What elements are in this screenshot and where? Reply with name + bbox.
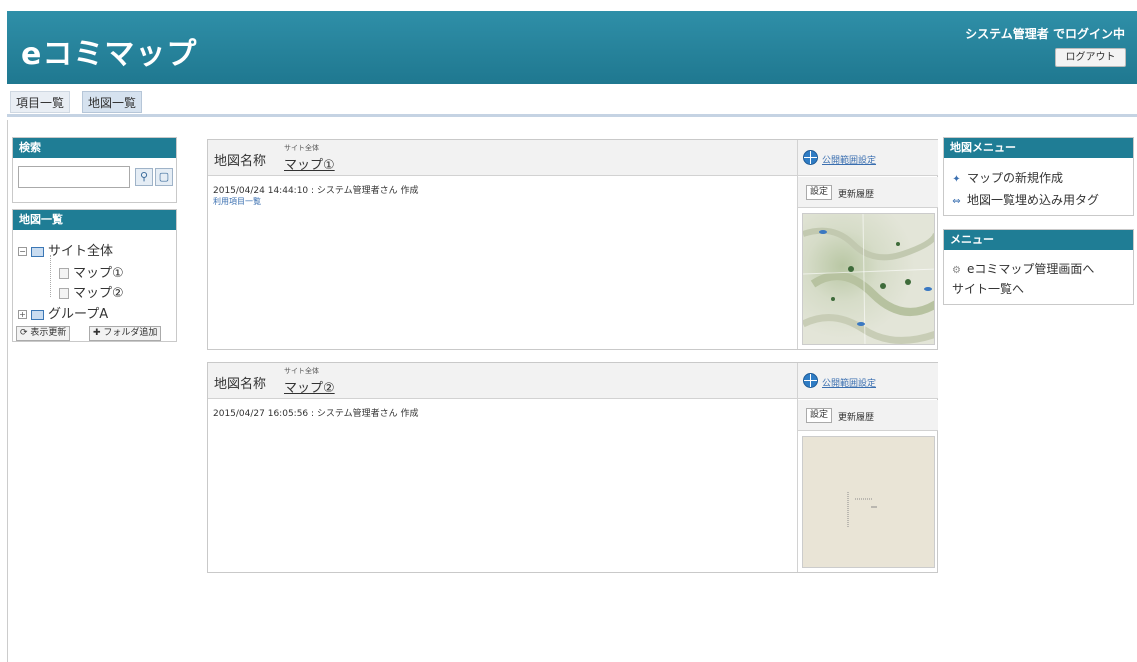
add-folder-label: フォルダ追加 (103, 328, 158, 338)
menu-item-label: eコミマップ管理画面へ (967, 262, 1095, 276)
scope-settings-link[interactable]: 公開範囲設定 (822, 153, 876, 166)
tree-node-label: サイト全体 (48, 244, 114, 259)
tree-node-site[interactable]: − サイト全体 (18, 240, 113, 259)
map-menu-panel: 地図メニュー ✦ マップの新規作成 ⇔ 地図一覧埋め込み用タグ (943, 137, 1134, 216)
tree-node-label: マップ① (73, 266, 124, 281)
search-heading: 検索 (13, 138, 176, 158)
folder-icon (31, 246, 44, 257)
gear-icon: ⚙ (952, 265, 961, 276)
map-card-header: 地図名称 サイト全体 マップ① (208, 140, 797, 176)
history-link[interactable]: 更新履歴 (838, 410, 874, 423)
map-name-link[interactable]: マップ① (284, 154, 335, 173)
map-thumbnail[interactable] (802, 213, 935, 345)
code-icon: ⇔ (952, 196, 961, 207)
map-doc-icon (59, 268, 69, 279)
scope-settings-link[interactable]: 公開範囲設定 (822, 376, 876, 389)
menu-item-label: サイト一覧へ (952, 282, 1025, 296)
history-link[interactable]: 更新履歴 (838, 187, 874, 200)
tab-items-list[interactable]: 項目一覧 (10, 91, 71, 113)
scope-row: 公開範囲設定 (798, 140, 938, 176)
tab-bar: 項目一覧 地図一覧 (7, 84, 1137, 117)
map-thumbnail[interactable] (802, 436, 935, 568)
menu-item-label: マップの新規作成 (967, 171, 1064, 185)
embed-tag-link[interactable]: ⇔ 地図一覧埋め込み用タグ (952, 191, 1099, 208)
search-panel: 検索 ⚲ ▢ (12, 137, 177, 203)
map-card: 地図名称 サイト全体 マップ① 2015/04/24 14:44:10 : シス… (207, 139, 938, 350)
site-list-link[interactable]: サイト一覧へ (952, 280, 1024, 297)
map-name-label: 地図名称 (214, 377, 267, 392)
map-name-link[interactable]: マップ② (284, 377, 335, 396)
tree-node-map-2[interactable]: マップ② (59, 282, 124, 301)
map-created-info: 2015/04/27 16:05:56 : システム管理者さん 作成 (213, 409, 419, 419)
plain-map-image (847, 492, 877, 527)
add-folder-button[interactable]: ✚ フォルダ追加 (89, 326, 162, 341)
search-input[interactable] (18, 166, 130, 188)
scope-row: 公開範囲設定 (798, 363, 938, 399)
map-card-actions: 公開範囲設定 設定 更新履歴 (797, 140, 938, 349)
add-folder-icon: ✚ (93, 328, 101, 338)
map-doc-icon (59, 288, 69, 299)
app-header: eコミマップ システム管理者 でログイン中 ログアウト (7, 11, 1137, 84)
settings-button[interactable]: 設定 (806, 185, 833, 200)
tree-node-label: マップ② (73, 286, 124, 301)
tree-node-label: グループA (48, 307, 109, 322)
map-name-label: 地図名称 (214, 154, 267, 169)
map-card: 地図名称 サイト全体 マップ② 2015/04/27 16:05:56 : シス… (207, 362, 938, 573)
map-card-header: 地図名称 サイト全体 マップ② (208, 363, 797, 399)
map-created-info: 2015/04/24 14:44:10 : システム管理者さん 作成 (213, 186, 419, 196)
main-menu-panel: メニュー ⚙ eコミマップ管理画面へ サイト一覧へ (943, 229, 1134, 305)
used-items-link[interactable]: 利用項目一覧 (213, 196, 261, 207)
tree-node-group-a[interactable]: + グループA (18, 303, 108, 322)
menu-item-label: 地図一覧埋め込み用タグ (967, 193, 1100, 207)
tab-map-list[interactable]: 地図一覧 (82, 91, 143, 113)
map-card-actions: 公開範囲設定 設定 更新履歴 (797, 363, 938, 572)
settings-row: 設定 更新履歴 (798, 400, 938, 431)
map-tree-panel: 地図一覧 − サイト全体 マップ① マップ② + グループA ⟳ 表示更新 ✚ フォ… (12, 209, 177, 342)
refresh-icon: ⟳ (20, 328, 28, 338)
refresh-button[interactable]: ⟳ 表示更新 (16, 326, 71, 341)
globe-icon[interactable] (803, 150, 818, 165)
main-menu-heading: メニュー (944, 230, 1133, 250)
tree-node-map-1[interactable]: マップ① (59, 262, 124, 281)
refresh-label: 表示更新 (30, 328, 67, 338)
logout-button[interactable]: ログアウト (1055, 48, 1126, 67)
new-map-icon: ✦ (952, 174, 961, 185)
folder-icon (31, 309, 44, 320)
expand-icon[interactable]: + (18, 310, 27, 319)
settings-button[interactable]: 設定 (806, 408, 833, 423)
new-map-link[interactable]: ✦ マップの新規作成 (952, 169, 1063, 186)
search-icon[interactable]: ⚲ (135, 168, 153, 186)
map-menu-heading: 地図メニュー (944, 138, 1133, 158)
app-title: eコミマップ (21, 37, 198, 72)
clear-icon[interactable]: ▢ (155, 168, 173, 186)
collapse-icon[interactable]: − (18, 247, 27, 256)
map-site-label: サイト全体 (284, 144, 319, 152)
globe-icon[interactable] (803, 373, 818, 388)
terrain-map-image (803, 214, 934, 344)
tree-connector (50, 255, 51, 297)
map-tree-heading: 地図一覧 (13, 210, 176, 230)
login-status: システム管理者 でログイン中 (965, 27, 1125, 41)
map-site-label: サイト全体 (284, 367, 319, 375)
settings-row: 設定 更新履歴 (798, 177, 938, 208)
admin-screen-link[interactable]: ⚙ eコミマップ管理画面へ (952, 260, 1094, 277)
